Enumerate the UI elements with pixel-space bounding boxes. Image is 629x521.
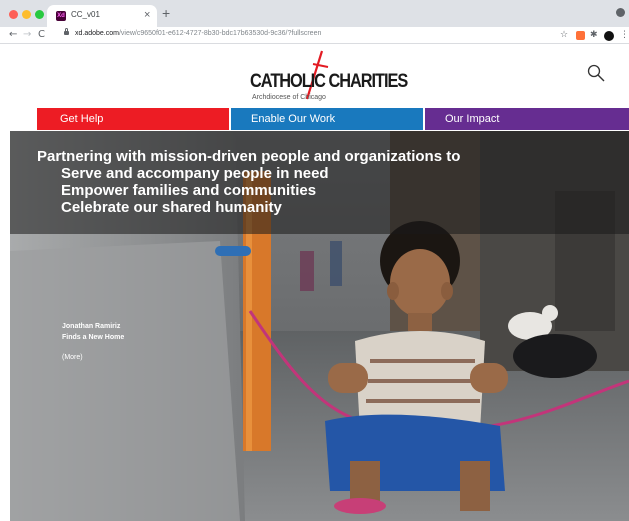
url-host: xd.adobe.com bbox=[75, 30, 119, 37]
search-icon[interactable] bbox=[587, 64, 605, 82]
browser-toolbar: ← → C xd.adobe.com/view/c9650f01-e612-47… bbox=[0, 27, 629, 44]
story-title-line2: Finds a New Home bbox=[62, 334, 125, 341]
maximize-window-button[interactable] bbox=[35, 10, 44, 19]
page-viewport: CATHOLIC CHARITIES Archdiocese of Chicag… bbox=[0, 45, 629, 521]
browser-tab[interactable]: Xd CC_v01 × bbox=[47, 5, 157, 27]
reload-icon[interactable]: C bbox=[38, 28, 45, 42]
tab-search-icon[interactable] bbox=[616, 8, 625, 17]
tab-title: CC_v01 bbox=[71, 10, 100, 19]
extension-icon[interactable] bbox=[576, 31, 585, 40]
site-header: CATHOLIC CHARITIES Archdiocese of Chicag… bbox=[0, 45, 629, 107]
lock-icon bbox=[64, 28, 69, 35]
story-title[interactable]: Jonathan Ramiriz Finds a New Home bbox=[62, 321, 124, 343]
star-icon[interactable]: ☆ bbox=[560, 30, 568, 40]
catholic-charities-logo[interactable]: CATHOLIC CHARITIES Archdiocese of Chicag… bbox=[250, 49, 408, 105]
puzzle-icon[interactable]: ✱ bbox=[590, 30, 598, 40]
browser-window: Xd CC_v01 × + ← → C xd.adobe.com/view/c9… bbox=[0, 0, 629, 521]
nav-our-impact[interactable]: Our Impact bbox=[425, 108, 629, 130]
tab-strip: Xd CC_v01 × + bbox=[0, 0, 629, 27]
story-title-line1: Jonathan Ramiriz bbox=[62, 323, 121, 330]
back-icon[interactable]: ← bbox=[9, 28, 17, 42]
nav-get-help[interactable]: Get Help bbox=[37, 108, 229, 130]
hero-banner: Partnering with mission-driven people an… bbox=[10, 131, 629, 521]
adobe-xd-favicon-icon: Xd bbox=[56, 11, 66, 21]
hero-bullets: Serve and accompany people in need Empow… bbox=[61, 165, 329, 216]
address-bar[interactable]: xd.adobe.com/view/c9650f01-e612-4727-8b3… bbox=[55, 28, 555, 42]
url-path: /view/c9650f01-e612-4727-8b30-bdc17b6353… bbox=[118, 30, 322, 37]
url-text: xd.adobe.com/view/c9650f01-e612-4727-8b3… bbox=[75, 30, 321, 37]
menu-icon[interactable]: ⋮ bbox=[620, 30, 629, 40]
logo-subtitle: Archdiocese of Chicago bbox=[252, 94, 326, 101]
main-nav: Get Help Enable Our Work Our Impact bbox=[37, 108, 629, 130]
hero-bullet-empower: Empower families and communities bbox=[61, 182, 317, 199]
story-more-link[interactable]: (More) bbox=[62, 354, 83, 361]
hero-headline: Partnering with mission-driven people an… bbox=[37, 148, 461, 165]
new-tab-button[interactable]: + bbox=[162, 6, 170, 20]
logo-wordmark: CATHOLIC CHARITIES bbox=[250, 71, 408, 92]
tab-close-icon[interactable]: × bbox=[144, 9, 150, 21]
profile-icon[interactable] bbox=[604, 31, 614, 41]
hero-bullet-serve: Serve and accompany people in need bbox=[61, 165, 329, 182]
forward-icon[interactable]: → bbox=[23, 28, 31, 42]
close-window-button[interactable] bbox=[9, 10, 18, 19]
minimize-window-button[interactable] bbox=[22, 10, 31, 19]
nav-enable-our-work[interactable]: Enable Our Work bbox=[231, 108, 423, 130]
hero-bullet-celebrate: Celebrate our shared humanity bbox=[61, 199, 282, 216]
